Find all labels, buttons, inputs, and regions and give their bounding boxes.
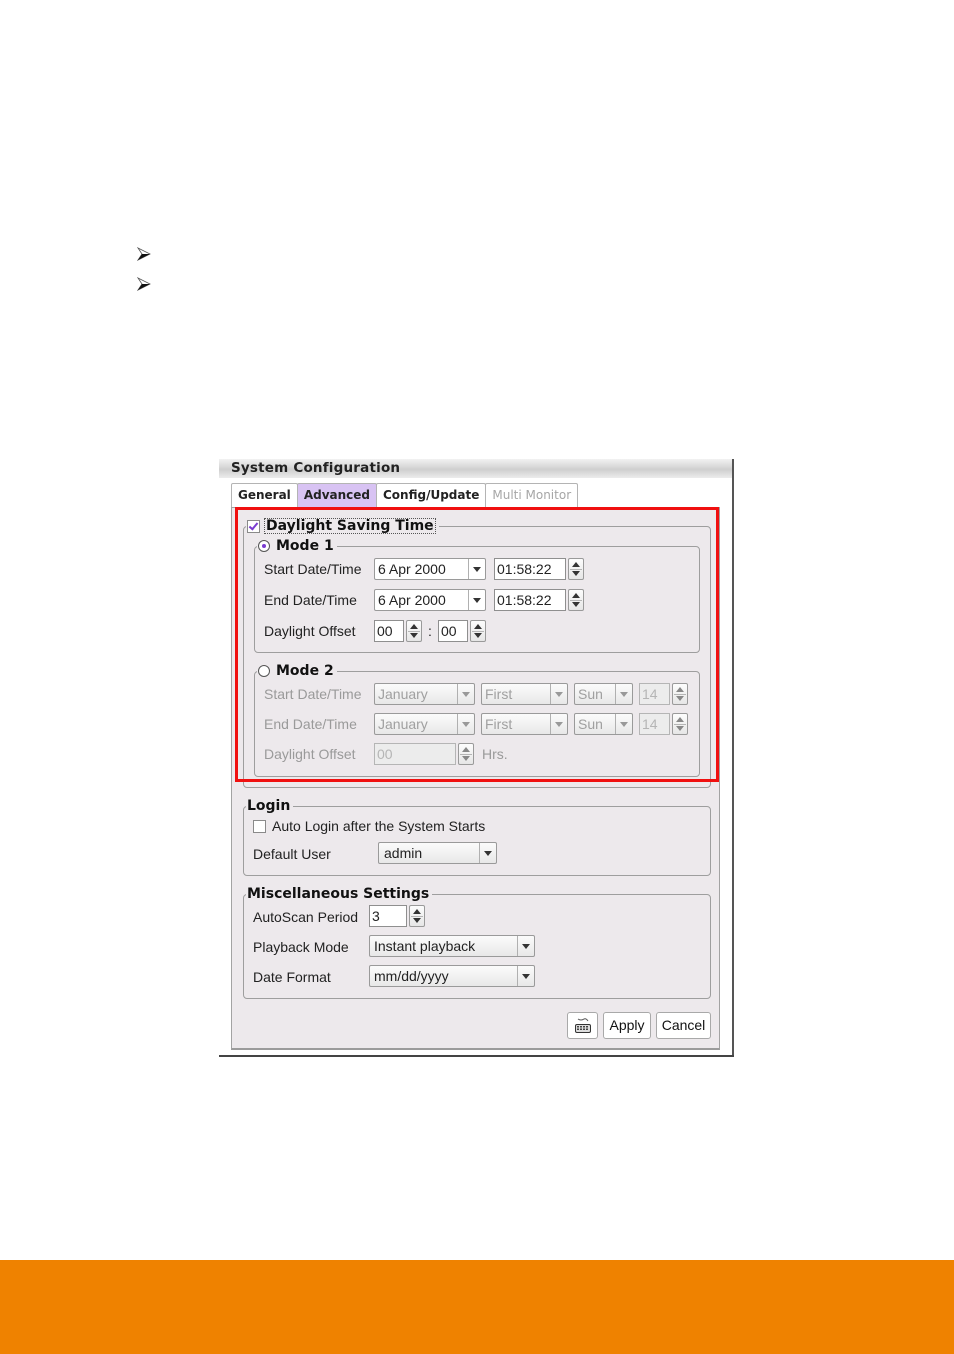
mode2-end-week-value: First — [485, 716, 513, 732]
tab-bar: General Advanced Config/Update Multi Mon… — [231, 483, 579, 508]
tab-config-update[interactable]: Config/Update — [376, 483, 487, 507]
tab-advanced[interactable]: Advanced — [296, 483, 377, 507]
footer-band — [0, 1260, 954, 1354]
window-border — [219, 1055, 734, 1057]
auto-login-label[interactable]: Auto Login after the System Starts — [272, 818, 485, 834]
daylight-saving-checkbox[interactable] — [247, 519, 260, 533]
mode2-start-day-value: Sun — [578, 686, 603, 702]
mode1-start-label: Start Date/Time — [264, 561, 362, 577]
mode1-label: Mode 1 — [276, 538, 334, 554]
chevron-down-icon — [457, 714, 474, 734]
misc-settings-legend: Miscellaneous Settings — [247, 886, 430, 902]
auto-login-checkbox[interactable] — [253, 820, 266, 833]
chevron-down-icon — [468, 559, 485, 579]
default-user-label: Default User — [253, 846, 331, 862]
mode1-end-time-spinner[interactable]: 01:58:22 — [494, 589, 584, 611]
chevron-down-icon — [468, 590, 485, 610]
mode2-legend: Mode 2 — [257, 664, 337, 678]
mode1-radio[interactable] — [258, 540, 270, 552]
daylight-saving-legend: Daylight Saving Time — [246, 518, 439, 534]
window-border — [732, 459, 734, 1057]
mode2-start-hour-value: 14 — [639, 683, 670, 705]
cancel-button[interactable]: Cancel — [656, 1012, 711, 1039]
chevron-down-icon — [550, 714, 567, 734]
mode2-offset-unit: Hrs. — [482, 746, 508, 762]
daylight-saving-title: Daylight Saving Time — [264, 518, 436, 534]
mode2-end-month-value: January — [378, 716, 428, 732]
mode1-start-time-value[interactable]: 01:58:22 — [494, 558, 566, 580]
mode2-end-day-value: Sun — [578, 716, 603, 732]
mode2-start-week-value: First — [485, 686, 513, 702]
mode2-offset-spinner: 00 — [374, 743, 474, 765]
mode2-end-hour-value: 14 — [639, 713, 670, 735]
playback-mode-dropdown[interactable]: Instant playback — [369, 935, 535, 957]
mode1-end-label: End Date/Time — [264, 592, 357, 608]
tab-general[interactable]: General — [231, 483, 298, 507]
mode2-start-month-dropdown: January — [374, 683, 475, 705]
chevron-down-icon — [479, 843, 496, 863]
chevron-down-icon — [615, 684, 632, 704]
mode2-end-month-dropdown: January — [374, 713, 475, 735]
chevron-down-icon — [550, 684, 567, 704]
mode1-end-date-value: 6 Apr 2000 — [378, 592, 446, 608]
mode1-start-date-dropdown[interactable]: 6 Apr 2000 — [374, 558, 486, 580]
keyboard-button[interactable] — [567, 1012, 598, 1039]
autoscan-value[interactable]: 3 — [369, 905, 407, 927]
spin-arrows-icon[interactable] — [406, 620, 422, 642]
playback-mode-label: Playback Mode — [253, 939, 349, 955]
mode1-offset-hours-spinner[interactable]: 00 — [374, 620, 422, 642]
keyboard-icon — [574, 1017, 592, 1042]
spin-arrows-icon[interactable] — [568, 558, 584, 580]
spin-arrows-icon[interactable] — [409, 905, 425, 927]
playback-mode-value: Instant playback — [374, 938, 476, 954]
spin-arrows-icon — [458, 743, 474, 765]
login-legend: Login — [247, 798, 291, 814]
mode2-start-hour-spinner: 14 — [639, 683, 688, 705]
chevron-down-icon — [457, 684, 474, 704]
spin-arrows-icon[interactable] — [470, 620, 486, 642]
tab-multi-monitor: Multi Monitor — [485, 483, 579, 507]
arrow-bullet-icon — [137, 277, 151, 291]
window-title: System Configuration — [231, 460, 401, 476]
mode1-end-time-value[interactable]: 01:58:22 — [494, 589, 566, 611]
autoscan-label: AutoScan Period — [253, 909, 359, 925]
mode1-start-time-spinner[interactable]: 01:58:22 — [494, 558, 584, 580]
login-group: Login — [243, 799, 711, 876]
mode2-end-day-dropdown: Sun — [574, 713, 633, 735]
apply-button[interactable]: Apply — [603, 1012, 651, 1039]
mode2-offset-value: 00 — [374, 743, 456, 765]
date-format-label: Date Format — [253, 969, 331, 985]
mode1-offset-label: Daylight Offset — [264, 623, 356, 639]
mode2-start-day-dropdown: Sun — [574, 683, 633, 705]
chevron-down-icon — [615, 714, 632, 734]
mode1-start-date-value: 6 Apr 2000 — [378, 561, 446, 577]
chevron-down-icon — [517, 936, 534, 956]
title-bar[interactable]: System Configuration — [219, 459, 732, 478]
arrow-bullet-icon — [137, 247, 151, 261]
spin-arrows-icon — [672, 713, 688, 735]
mode1-offset-minutes-spinner[interactable]: 00 — [438, 620, 486, 642]
mode2-radio[interactable] — [258, 665, 270, 677]
mode2-start-month-value: January — [378, 686, 428, 702]
mode2-label: Mode 2 — [276, 663, 334, 679]
chevron-down-icon — [517, 966, 534, 986]
mode2-end-hour-spinner: 14 — [639, 713, 688, 735]
date-format-value: mm/dd/yyyy — [374, 968, 449, 984]
default-user-value: admin — [384, 845, 423, 861]
mode1-offset-minutes-value[interactable]: 00 — [438, 620, 468, 642]
mode2-end-label: End Date/Time — [264, 716, 357, 732]
mode2-start-label: Start Date/Time — [264, 686, 362, 702]
mode2-start-week-dropdown: First — [481, 683, 568, 705]
date-format-dropdown[interactable]: mm/dd/yyyy — [369, 965, 535, 987]
spin-arrows-icon[interactable] — [568, 589, 584, 611]
mode1-offset-hours-value[interactable]: 00 — [374, 620, 404, 642]
mode2-end-week-dropdown: First — [481, 713, 568, 735]
mode2-offset-label: Daylight Offset — [264, 746, 356, 762]
default-user-dropdown[interactable]: admin — [378, 842, 497, 864]
offset-separator: : — [428, 623, 432, 639]
mode1-legend: Mode 1 — [257, 539, 337, 553]
autoscan-spinner[interactable]: 3 — [369, 905, 425, 927]
spin-arrows-icon — [672, 683, 688, 705]
mode1-end-date-dropdown[interactable]: 6 Apr 2000 — [374, 589, 486, 611]
